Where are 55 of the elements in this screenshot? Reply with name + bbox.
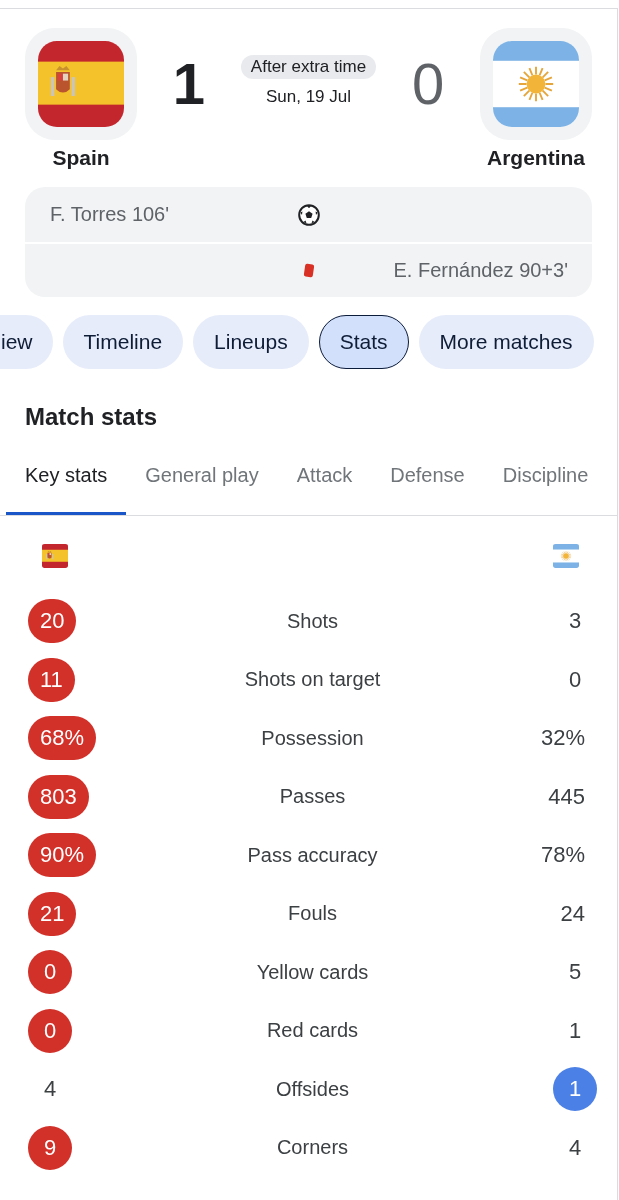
stat-value: 68% <box>28 716 97 761</box>
stat-value: 0 <box>28 950 72 995</box>
nav-chip[interactable]: Stats <box>318 315 409 369</box>
stat-value: 1 <box>553 1067 597 1112</box>
stats-tab[interactable]: General play <box>126 453 278 515</box>
stat-label: Corners <box>276 1136 349 1160</box>
stat-value: 4 <box>567 1133 583 1162</box>
stat-label: Yellow cards <box>256 960 369 984</box>
stat-value: 11 <box>28 657 75 702</box>
stat-value: 20 <box>28 599 77 644</box>
stat-value: 90% <box>28 833 97 878</box>
stat-value: 4 <box>42 1075 58 1104</box>
nav-chip[interactable]: Lineups <box>193 315 309 369</box>
stat-label: Possession <box>261 726 364 750</box>
nav-chip[interactable]: More matches <box>418 315 594 369</box>
team-score: 0 <box>411 54 445 114</box>
stat-label: Red cards <box>266 1019 359 1043</box>
stat-value: 78% <box>539 841 586 870</box>
stat-label: Offsides <box>276 1077 349 1101</box>
stat-value: 21 <box>28 891 77 936</box>
flag-icon <box>480 28 592 140</box>
event-player: F. Torres 106' <box>50 203 170 226</box>
event-player: E. Fernández 90+3' <box>393 259 568 282</box>
team-name: Argentina <box>487 145 585 171</box>
stat-label: Shots on target <box>244 668 381 692</box>
match-date: Sun, 19 Jul <box>265 86 351 108</box>
stat-value: 445 <box>547 782 586 811</box>
penalty-card-icon <box>303 263 315 278</box>
team-name: Spain <box>52 145 110 171</box>
stat-value: 24 <box>559 899 586 928</box>
stats-tab[interactable]: Defense <box>371 453 484 515</box>
stat-label: Shots <box>286 609 339 633</box>
stat-value: 1 <box>567 1016 583 1045</box>
stat-value: 9 <box>28 1125 72 1170</box>
stat-value: 3 <box>567 607 583 636</box>
team-score: 1 <box>172 54 206 114</box>
flag-icon <box>25 28 137 140</box>
stats-tab[interactable]: Key stats <box>6 453 127 515</box>
section-title: Match stats <box>25 403 158 431</box>
flag-icon <box>553 544 579 568</box>
stats-tab[interactable]: Attack <box>277 453 372 515</box>
flag-icon <box>42 544 68 568</box>
stat-value: 0 <box>567 665 583 694</box>
stat-label: Passes <box>279 785 346 809</box>
stat-value: 0 <box>28 1008 72 1053</box>
stats-tab[interactable]: Discipline <box>483 453 608 515</box>
stat-label: Fouls <box>288 902 337 926</box>
nav-chip[interactable]: Timeline <box>62 315 184 369</box>
soccer-ball-icon <box>298 203 320 226</box>
match-status: After extra time <box>240 55 377 79</box>
stat-value: 32% <box>539 724 586 753</box>
nav-chip[interactable]: iew <box>0 315 53 369</box>
stat-label: Pass accuracy <box>247 843 378 867</box>
stat-value: 803 <box>28 774 89 819</box>
stat-value: 5 <box>567 958 583 987</box>
